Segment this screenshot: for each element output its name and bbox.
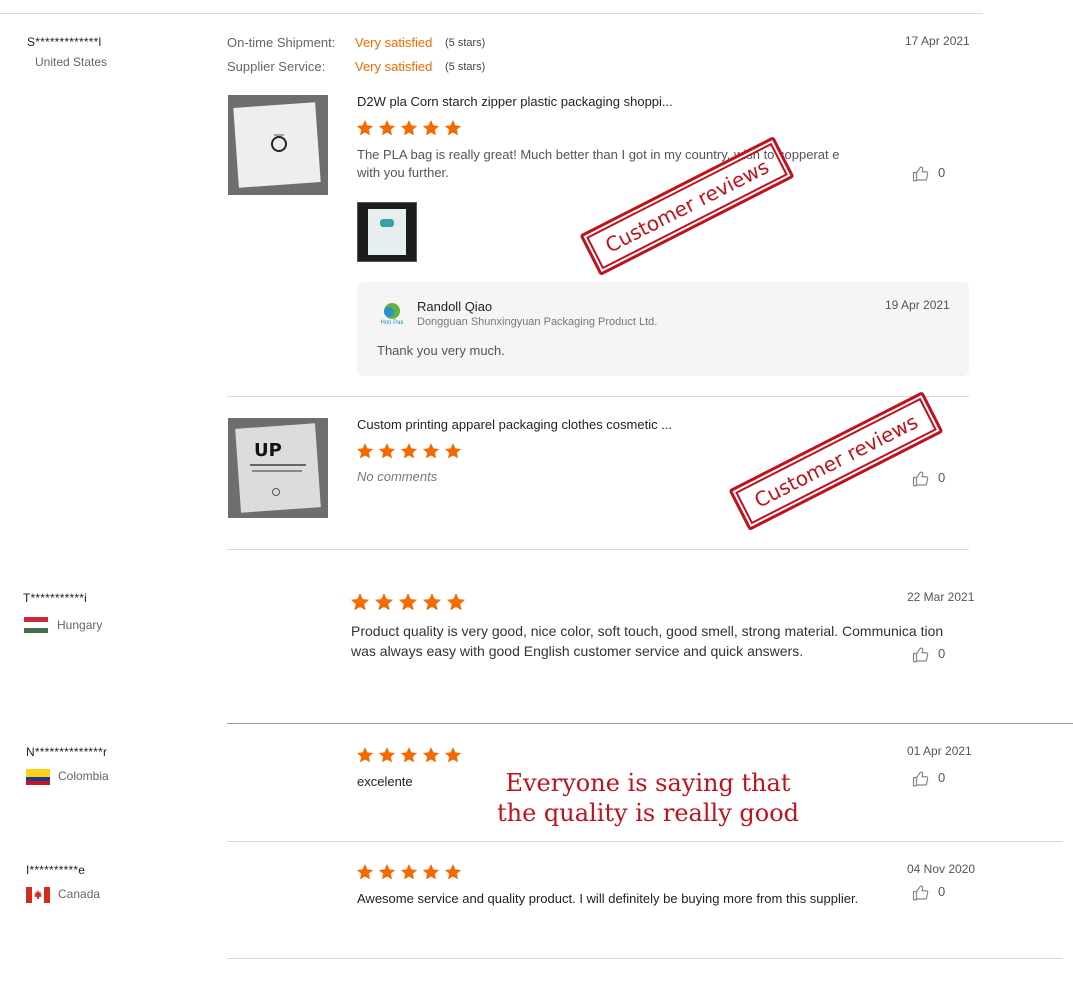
product-divider [227, 396, 969, 397]
supplier-reply: Hon Pak Randoll Qiao Dongguan Shunxingyu… [357, 282, 969, 376]
product-rating-stars [356, 442, 462, 460]
product-rating-stars [356, 119, 462, 137]
reviewer-country: Colombia [58, 769, 109, 783]
reviewer-name: N**************r [26, 745, 108, 759]
like-button[interactable]: 0 [912, 165, 952, 183]
rating-label-shipment: On-time Shipment: [227, 35, 336, 50]
star-icon [351, 593, 369, 611]
like-button[interactable]: 0 [912, 884, 952, 902]
product-thumbnail[interactable] [228, 95, 328, 195]
star-icon [444, 120, 462, 136]
thumbs-up-icon [912, 647, 929, 663]
product-thumbnail[interactable]: UP [228, 418, 328, 518]
review-comment: excelente [357, 774, 413, 789]
review-date: 04 Nov 2020 [907, 862, 976, 876]
review-comment: No comments [357, 469, 438, 484]
star-icon [400, 120, 418, 136]
star-icon [400, 747, 418, 763]
star-icon [400, 864, 418, 880]
review-photo[interactable] [357, 202, 417, 262]
review-comment: Awesome service and quality product. I w… [357, 891, 859, 906]
product-title-link[interactable]: D2W pla Corn starch zipper plastic packa… [357, 94, 673, 109]
like-count: 0 [938, 884, 946, 899]
rating-stars-service: (5 stars) [445, 61, 486, 73]
reply-text: Thank you very much. [377, 343, 505, 358]
reviewer-name: I**********e [26, 863, 86, 877]
review-date: 17 Apr 2021 [905, 34, 970, 48]
like-count: 0 [938, 770, 946, 785]
colombia-flag-icon [26, 769, 50, 785]
reviewer-country: United States [35, 55, 108, 69]
top-divider [0, 13, 983, 14]
review-date: 22 Mar 2021 [907, 590, 975, 604]
promo-overlay-text: Everyone is saying that the quality is r… [490, 768, 806, 828]
overlay-line: Everyone is saying that [505, 769, 791, 797]
overlay-line: the quality is really good [496, 799, 799, 827]
star-icon [447, 593, 465, 611]
rating-label-service: Supplier Service: [227, 59, 326, 74]
like-button[interactable]: 0 [912, 770, 952, 788]
canada-flag-icon [26, 887, 50, 903]
star-icon [356, 864, 374, 880]
supplier-logo: Hon Pak [377, 302, 407, 328]
reply-company: Dongguan Shunxingyuan Packaging Product … [417, 316, 658, 328]
rating-stars-shipment: (5 stars) [445, 37, 486, 49]
reviewer-country: Canada [58, 887, 101, 901]
like-count: 0 [938, 165, 946, 180]
star-icon [422, 747, 440, 763]
star-icon [422, 864, 440, 880]
like-button[interactable]: 0 [912, 646, 952, 664]
star-icon [356, 120, 374, 136]
thumbs-up-icon [912, 885, 929, 901]
rating-value-shipment: Very satisfied [355, 35, 433, 50]
like-count: 0 [938, 646, 946, 661]
reviewer-name: S*************l [27, 35, 102, 49]
thumbs-up-icon [912, 471, 929, 487]
star-icon [423, 593, 441, 611]
star-icon [378, 864, 396, 880]
star-icon [444, 443, 462, 459]
reply-author: Randoll Qiao [417, 299, 493, 314]
star-icon [422, 120, 440, 136]
star-icon [399, 593, 417, 611]
star-icon [375, 593, 393, 611]
star-icon [356, 747, 374, 763]
thumbs-up-icon [912, 771, 929, 787]
star-icon [444, 864, 462, 880]
star-icon [378, 747, 396, 763]
watermark-stamp: Customer reviews [728, 391, 944, 531]
reply-date: 19 Apr 2021 [885, 298, 950, 312]
like-count: 0 [938, 470, 946, 485]
star-icon [444, 747, 462, 763]
hungary-flag-icon [24, 617, 48, 633]
reviewer-name: T***********i [23, 591, 87, 605]
review-divider [227, 841, 1063, 842]
review-divider [227, 723, 1073, 724]
thumbs-up-icon [912, 166, 929, 182]
star-icon [422, 443, 440, 459]
review-comment: Product quality is very good, nice color… [351, 623, 944, 659]
reviewer-country: Hungary [57, 618, 103, 632]
like-button[interactable]: 0 [912, 470, 952, 488]
rating-value-service: Very satisfied [355, 59, 433, 74]
product-title-link[interactable]: Custom printing apparel packaging clothe… [357, 417, 672, 432]
review-rating-stars [356, 746, 462, 764]
review-rating-stars [350, 592, 466, 612]
star-icon [356, 443, 374, 459]
star-icon [378, 120, 396, 136]
review-divider [227, 549, 969, 550]
star-icon [400, 443, 418, 459]
brand-logo: UP [254, 440, 282, 461]
review-date: 01 Apr 2021 [907, 744, 972, 758]
review-divider [227, 958, 1063, 959]
review-rating-stars [356, 863, 462, 881]
star-icon [378, 443, 396, 459]
